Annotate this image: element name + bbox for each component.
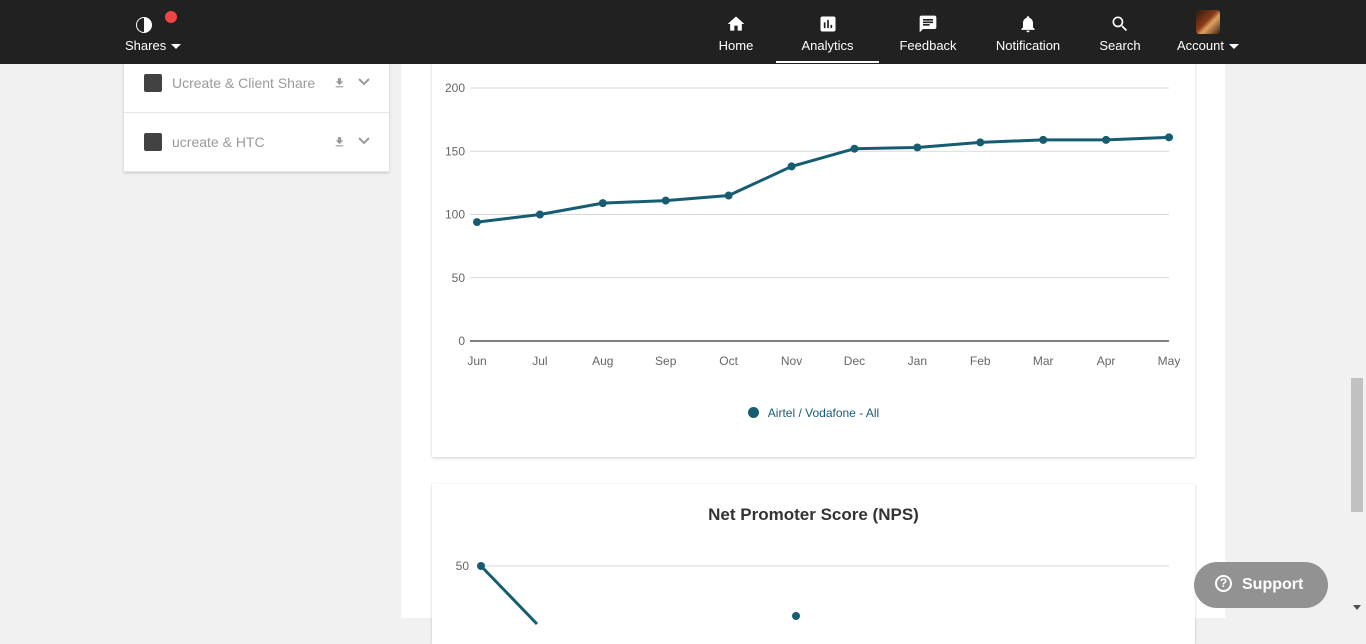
data-point [850, 144, 859, 153]
chat-bubble-icon [919, 15, 937, 33]
support-label: Support [1242, 576, 1304, 593]
legend-label: Airtel / Vodafone - All [767, 406, 880, 420]
nav-notification-label: Notification [995, 38, 1061, 53]
share-name: ucreate & HTC [172, 134, 265, 150]
nav-search-label: Search [1099, 38, 1141, 53]
nav-notification[interactable]: Notification [988, 0, 1068, 64]
data-point [976, 138, 985, 147]
nav-analytics[interactable]: Analytics [776, 0, 879, 64]
data-point [535, 210, 544, 219]
data-point [598, 199, 607, 208]
data-point [1039, 135, 1048, 144]
data-point [792, 612, 800, 620]
scrollbar-thumb[interactable] [1351, 378, 1363, 512]
x-tick-label: Jan [908, 354, 927, 368]
help-icon: ? [1215, 575, 1232, 592]
share-checkbox[interactable] [144, 74, 162, 92]
caret-down-icon [1228, 44, 1239, 50]
app-logo-icon [136, 17, 152, 33]
data-point [661, 196, 670, 205]
data-point [1165, 133, 1173, 142]
x-tick-label: Sep [655, 354, 677, 368]
nav-analytics-label: Analytics [801, 38, 854, 53]
share-name: Ucreate & Client Share [172, 75, 316, 91]
y-tick-label: 150 [445, 144, 465, 158]
data-point [724, 191, 733, 200]
share-row: ucreate & HTC [124, 113, 389, 172]
support-button[interactable]: ? Support [1194, 562, 1328, 608]
nav-home[interactable]: Home [706, 0, 766, 64]
y-tick-label: 200 [445, 81, 465, 95]
x-tick-label: May [1158, 354, 1181, 368]
nav-account[interactable]: Account [1172, 0, 1244, 64]
page-scrollbar[interactable] [1349, 64, 1366, 618]
y-tick-label: 50 [456, 559, 470, 573]
top-navigation-bar: Shares Home Analytics Feedback Notificat… [0, 0, 1366, 64]
data-point [1102, 135, 1111, 144]
nav-feedback[interactable]: Feedback [893, 0, 963, 64]
notification-dot [165, 11, 177, 23]
chevron-down-icon[interactable] [358, 78, 370, 86]
share-checkbox[interactable] [144, 133, 162, 151]
y-tick-label: 50 [452, 271, 466, 285]
shares-menu-button[interactable]: Shares [122, 8, 186, 58]
share-list-panel: Ucreate & Client Share ucreate & HTC [124, 54, 389, 172]
download-icon[interactable] [333, 135, 346, 149]
y-tick-label: 0 [458, 334, 465, 348]
chart-legend[interactable]: Airtel / Vodafone - All [432, 406, 1195, 420]
download-icon[interactable] [333, 76, 346, 90]
bell-icon [1021, 16, 1035, 33]
legend-marker [747, 407, 759, 418]
data-point [473, 218, 481, 227]
series-line [479, 564, 539, 626]
nav-search[interactable]: Search [1092, 0, 1148, 64]
data-point [913, 143, 922, 152]
x-tick-label: Oct [719, 354, 738, 368]
chevron-down-icon[interactable] [358, 137, 370, 145]
caret-down-icon [171, 44, 182, 50]
x-tick-label: Dec [844, 354, 865, 368]
x-tick-label: Jun [467, 354, 486, 368]
scroll-down-arrow-icon[interactable] [1353, 605, 1361, 610]
avatar [1196, 10, 1220, 34]
x-tick-label: Aug [592, 354, 613, 368]
line-chart: 0 50 100 150 200 Jun Jul Aug Sep Oct Nov Dec Jan Feb M… [445, 81, 1181, 368]
home-icon [727, 16, 745, 31]
chart-card-airtel-vodafone: 0 50 100 150 200 Jun Jul Aug Sep Oct Nov Dec Jan Feb M… [432, 40, 1195, 457]
search-icon [1112, 16, 1128, 32]
x-tick-label: Apr [1097, 354, 1116, 368]
series-line [476, 135, 1170, 224]
x-tick-label: Jul [532, 354, 547, 368]
nav-account-label: Account [1172, 38, 1244, 53]
x-tick-label: Mar [1033, 354, 1054, 368]
chart-card-nps: Net Promoter Score (NPS) 50 [432, 484, 1195, 644]
data-point [787, 162, 796, 171]
shares-label: Shares [125, 38, 182, 53]
nav-feedback-label: Feedback [899, 38, 957, 53]
y-tick-label: 100 [445, 208, 465, 222]
bar-chart-icon [820, 16, 835, 32]
data-point [477, 562, 485, 570]
x-tick-label: Nov [781, 354, 802, 368]
x-tick-label: Feb [970, 354, 991, 368]
nps-line-chart: 50 [456, 559, 1169, 626]
nav-home-label: Home [718, 38, 754, 53]
